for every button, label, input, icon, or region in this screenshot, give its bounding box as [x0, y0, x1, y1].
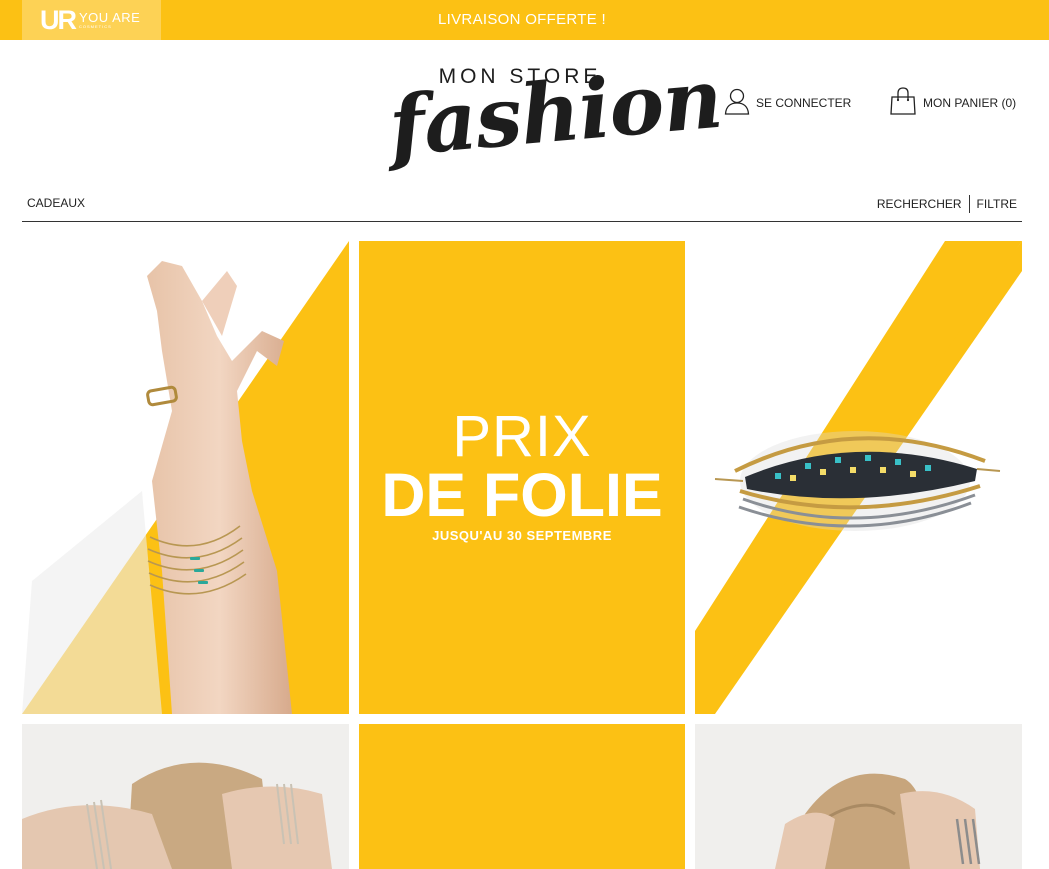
promo-line-date: JUSQU'AU 30 SEPTEMBRE — [432, 528, 612, 543]
filter-link[interactable]: FILTRE — [977, 197, 1017, 211]
nav-divider — [968, 195, 970, 213]
cart-label: MON PANIER (0) — [923, 96, 1017, 110]
promo-tile-secondary[interactable] — [359, 724, 685, 869]
product-tile-model-bracelets[interactable] — [22, 724, 349, 869]
free-shipping-message: LIVRAISON OFFERTE ! — [438, 11, 606, 28]
model-bracelets-image — [22, 724, 349, 869]
user-icon — [724, 87, 750, 120]
promo-line-de-folie: DE FOLIE — [381, 461, 663, 529]
login-link[interactable]: SE CONNECTER — [724, 88, 851, 118]
hand-bracelets-image — [22, 241, 349, 714]
beaded-bracelet-image — [695, 241, 1022, 714]
store-logo-script: fashion — [385, 50, 726, 176]
cart-link[interactable]: MON PANIER (0) — [889, 86, 1017, 120]
search-link[interactable]: RECHERCHER — [877, 197, 962, 211]
shopping-bag-icon — [889, 86, 917, 120]
product-tile-beaded-bracelet[interactable] — [695, 241, 1022, 714]
promo-tile[interactable]: PRIX DE FOLIE JUSQU'AU 30 SEPTEMBRE — [359, 241, 685, 714]
store-logo[interactable]: MON STORE fashion — [384, 51, 725, 185]
login-label: SE CONNECTER — [756, 96, 852, 110]
promo-line-prix: PRIX — [452, 404, 592, 469]
product-tile-hand-bracelets[interactable] — [22, 241, 349, 714]
category-nav: CADEAUX RECHERCHER FILTRE — [22, 190, 1022, 222]
top-promo-bar: UR YOU ARE COSMETICS LIVRAISON OFFERTE ! — [0, 0, 1049, 40]
nav-item-cadeaux[interactable]: CADEAUX — [27, 196, 85, 210]
product-tile-model-back[interactable] — [695, 724, 1022, 869]
model-back-image — [695, 724, 1022, 869]
